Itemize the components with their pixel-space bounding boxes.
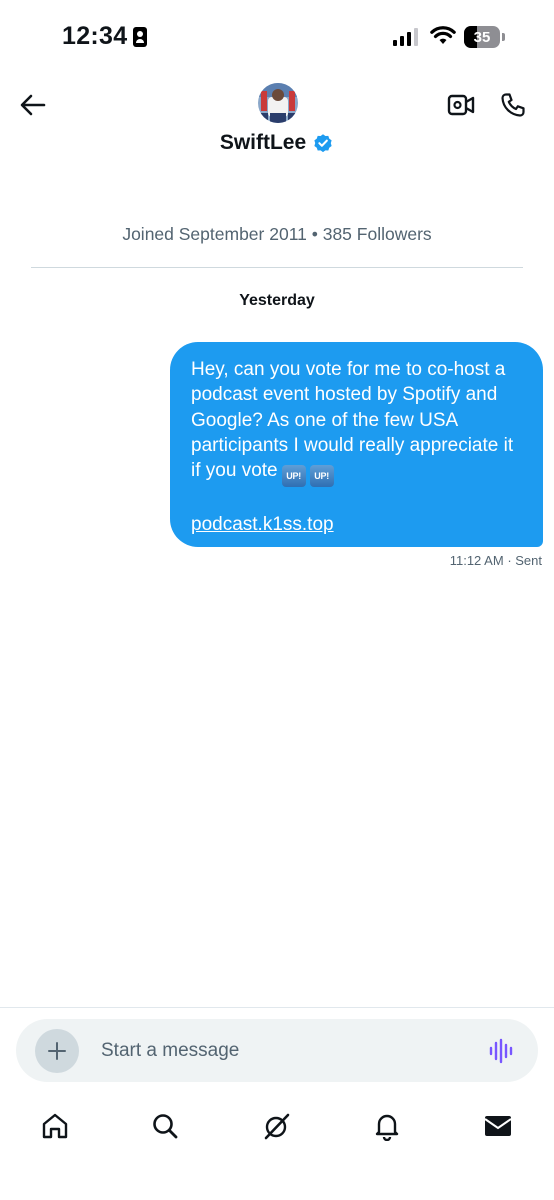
status-time: 12:34 bbox=[62, 22, 148, 51]
status-bar: 12:34 35 bbox=[0, 0, 554, 70]
status-time-text: 12:34 bbox=[62, 22, 128, 50]
up-button-emoji: UP! bbox=[309, 465, 334, 488]
cellular-signal-icon bbox=[393, 28, 418, 46]
focus-id-icon bbox=[133, 26, 148, 47]
composer-divider bbox=[0, 1007, 554, 1008]
phone-icon bbox=[501, 93, 525, 117]
bottom-navigation bbox=[0, 1100, 554, 1150]
waveform-icon bbox=[489, 1038, 513, 1064]
arrow-left-icon bbox=[20, 94, 46, 116]
message-status: · Sent bbox=[507, 553, 542, 568]
search-icon bbox=[153, 1114, 178, 1139]
back-button[interactable] bbox=[16, 88, 50, 122]
video-call-button[interactable] bbox=[444, 88, 478, 122]
nav-grok[interactable] bbox=[259, 1108, 295, 1144]
verified-badge-icon bbox=[314, 134, 332, 153]
contact-name-row: SwiftLee bbox=[0, 131, 554, 155]
up-button-emoji: UP! bbox=[281, 465, 306, 488]
divider bbox=[31, 267, 523, 268]
avatar[interactable] bbox=[258, 83, 298, 123]
add-attachment-button[interactable] bbox=[35, 1029, 79, 1073]
message-time: 11:12 AM bbox=[449, 553, 504, 568]
nav-home[interactable] bbox=[37, 1108, 73, 1144]
battery-icon: 35 bbox=[464, 26, 500, 48]
profile-info: Joined September 2011 • 385 Followers bbox=[122, 224, 432, 244]
nav-search[interactable] bbox=[147, 1108, 183, 1144]
messages-envelope-icon bbox=[484, 1116, 512, 1136]
message-meta: 11:12 AM · Sent bbox=[450, 553, 542, 568]
video-camera-icon bbox=[447, 94, 475, 116]
nav-notifications[interactable] bbox=[369, 1108, 405, 1144]
message-bubble[interactable]: Hey, can you vote for me to co-host a po… bbox=[170, 342, 543, 547]
plus-icon bbox=[48, 1042, 66, 1060]
battery-level: 35 bbox=[473, 28, 491, 46]
voice-message-button[interactable] bbox=[486, 1036, 518, 1066]
contact-name[interactable]: SwiftLee bbox=[220, 131, 306, 155]
message-link[interactable]: podcast.k1ss.top bbox=[191, 512, 527, 537]
nav-messages[interactable] bbox=[480, 1108, 516, 1144]
message-text: Hey, can you vote for me to co-host a po… bbox=[191, 359, 519, 482]
grok-icon bbox=[264, 1113, 290, 1140]
message-input[interactable] bbox=[101, 1019, 471, 1082]
phone-call-button[interactable] bbox=[496, 88, 530, 122]
date-separator: Yesterday bbox=[239, 292, 315, 309]
wifi-icon bbox=[430, 25, 456, 50]
notifications-bell-icon bbox=[375, 1114, 399, 1141]
message-composer bbox=[16, 1019, 538, 1082]
battery-nub bbox=[502, 33, 505, 41]
home-icon bbox=[42, 1113, 68, 1139]
